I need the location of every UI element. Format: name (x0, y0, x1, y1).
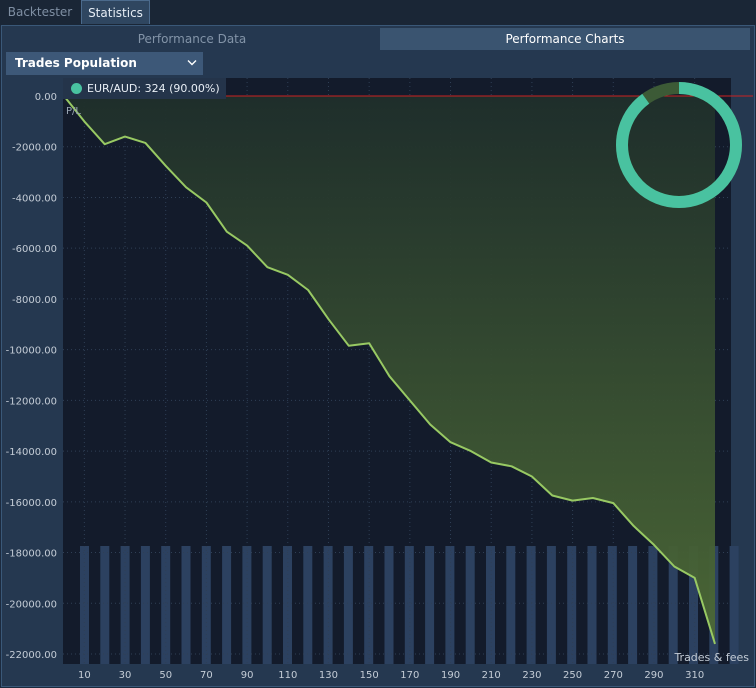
y-tick-label: -14000.00 (6, 447, 57, 458)
bar-mark (222, 546, 232, 664)
y-tick-label: -4000.00 (12, 193, 57, 204)
bar-mark (140, 546, 150, 664)
bar-mark (384, 546, 394, 664)
y-tick-label: -12000.00 (6, 396, 57, 407)
bar-mark (404, 546, 414, 664)
bar-mark (607, 546, 617, 664)
y-tick-label: -6000.00 (12, 244, 57, 255)
performance-chart: 0.00 -2000.00 -4000.00 -6000.00 -8000.00 -100… (6, 78, 753, 681)
bar-mark (648, 546, 658, 664)
bar-mark (546, 546, 556, 664)
bar-mark (181, 546, 191, 664)
y-tick-label: 0.00 (35, 92, 57, 103)
bar-mark (567, 546, 577, 664)
bar-mark (303, 546, 313, 664)
x-tick-label: 250 (563, 670, 582, 681)
x-axis-label: Trades & fees (673, 651, 749, 664)
x-tick-label: 10 (78, 670, 91, 681)
x-tick-label: 190 (441, 670, 460, 681)
bar-mark (628, 546, 638, 664)
legend-swatch (71, 83, 82, 94)
x-tick-label: 50 (159, 670, 172, 681)
legend-label: EUR/AUD: 324 (90.00%) (87, 82, 220, 95)
x-tick-label: 150 (360, 670, 379, 681)
bar-mark (526, 546, 536, 664)
y-tick-label: -18000.00 (6, 549, 57, 560)
y-tick-label: -8000.00 (12, 295, 57, 306)
bar-mark (587, 546, 597, 664)
bar-mark (445, 546, 455, 664)
x-tick-label: 30 (119, 670, 132, 681)
bar-mark (262, 546, 272, 664)
y-tick-label: -2000.00 (12, 143, 57, 154)
y-tick-label: -10000.00 (6, 346, 57, 357)
x-tick-label: 170 (400, 670, 419, 681)
x-tick-label: 230 (522, 670, 541, 681)
bar-mark (465, 546, 475, 664)
x-tick-label: 130 (319, 670, 338, 681)
bar-mark (486, 546, 495, 664)
y-axis-label: P/L (66, 106, 81, 117)
x-tick-label: 110 (278, 670, 297, 681)
x-tick-label: 270 (604, 670, 623, 681)
y-tick-label: -20000.00 (6, 599, 57, 610)
x-tick-label: 210 (482, 670, 501, 681)
bar-mark (729, 546, 739, 664)
y-tick-label: -16000.00 (6, 498, 57, 509)
bar-mark (506, 546, 516, 664)
bar-mark (100, 546, 110, 664)
x-tick-label: 290 (644, 670, 663, 681)
x-tick-label: 90 (241, 670, 254, 681)
y-tick-label: -22000.00 (6, 650, 57, 661)
bar-mark (425, 546, 435, 664)
bar-mark (343, 546, 353, 664)
x-tick-label: 70 (200, 670, 213, 681)
x-tick-label: 310 (685, 670, 704, 681)
chart-legend: EUR/AUD: 324 (90.00%) (63, 78, 226, 99)
